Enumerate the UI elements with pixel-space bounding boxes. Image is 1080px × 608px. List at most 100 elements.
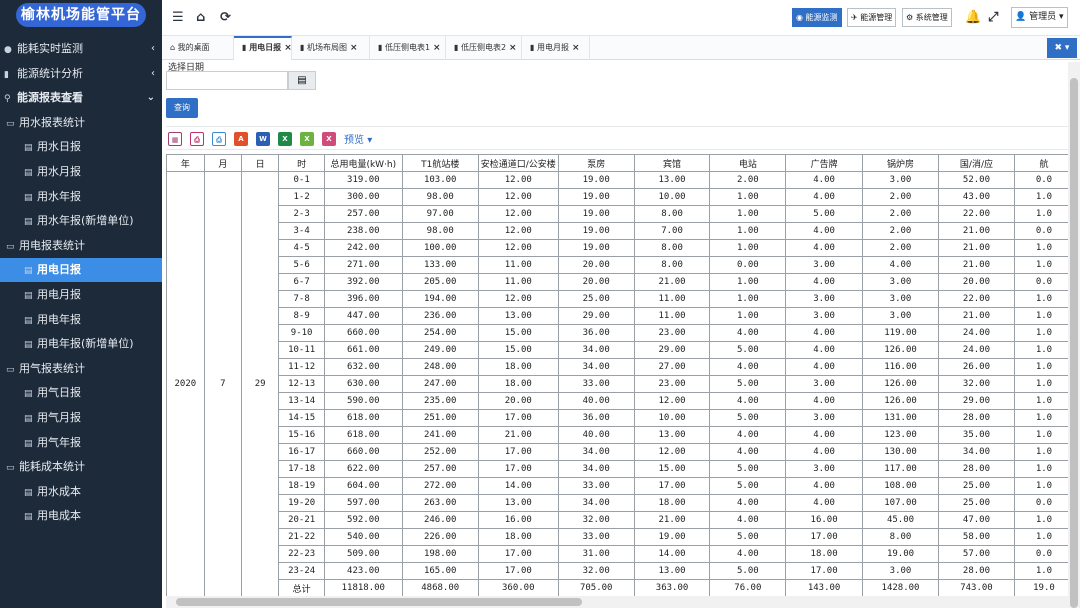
value-cell: 35.00: [938, 426, 1015, 444]
close-icon[interactable]: ×: [509, 43, 517, 53]
energy-management-button[interactable]: ✈ 能源管理: [847, 8, 897, 27]
horizontal-scroll-thumb[interactable]: [176, 598, 582, 606]
sidebar-item-9[interactable]: ▤ 用电日报: [0, 258, 162, 283]
table-row: 18-19 604.00 272.00 14.00 33.00 17.00 5.00 4.00…: [167, 477, 1074, 495]
tab-5[interactable]: ▮ 用电月报 ×: [522, 36, 590, 60]
value-cell: 3.00: [862, 307, 940, 325]
value-cell: 235.00: [401, 392, 479, 410]
table-row: 22-23 509.00 198.00 17.00 31.00 14.00 4.00 18.0…: [167, 545, 1074, 563]
value-cell: 12.00: [477, 290, 559, 308]
total-label-cell: 总计: [278, 579, 325, 596]
sidebar-item-10[interactable]: ▤ 用电月报: [0, 283, 162, 307]
print-icon[interactable]: ⎙: [190, 132, 204, 146]
sidebar-item-18[interactable]: ▤ 用水成本: [0, 480, 162, 504]
sidebar-item-13[interactable]: ▭ 用气报表统计: [0, 357, 162, 381]
excel-sheet-export-icon[interactable]: X: [322, 132, 336, 146]
total-value-cell: 705.00: [557, 579, 635, 596]
value-cell: 18.00: [477, 528, 559, 546]
close-icon[interactable]: ×: [284, 43, 292, 53]
sidebar-item-17[interactable]: ▭ 能耗成本统计: [0, 455, 162, 479]
value-cell: 40.00: [557, 392, 635, 410]
date-input[interactable]: [166, 71, 288, 90]
value-cell: 11.00: [477, 256, 559, 274]
value-cell: 98.00: [401, 222, 479, 240]
value-cell: 34.00: [557, 460, 635, 478]
value-cell: 33.00: [557, 528, 635, 546]
value-cell: 300.00: [323, 188, 403, 206]
value-cell: 5.00: [709, 375, 787, 393]
close-icon[interactable]: ×: [433, 43, 441, 53]
bell-icon[interactable]: 🔔: [965, 10, 981, 25]
excel-export-icon[interactable]: X: [278, 132, 292, 146]
value-cell: 108.00: [862, 477, 940, 495]
sidebar-item-11[interactable]: ▤ 用电年报: [0, 308, 162, 332]
tab-0[interactable]: ⌂ 我的桌面: [162, 36, 234, 60]
close-icon[interactable]: ×: [572, 43, 580, 53]
value-cell: 4.00: [709, 426, 787, 444]
vertical-scroll-thumb[interactable]: [1070, 78, 1078, 608]
value-cell: 194.00: [401, 290, 479, 308]
tab-1[interactable]: ▮ 用电日报 ×: [234, 36, 292, 60]
sidebar-item-7[interactable]: ▤ 用水年报(新增单位): [0, 209, 162, 233]
value-cell: 57.00: [938, 545, 1015, 563]
word-export-icon[interactable]: W: [256, 132, 270, 146]
calendar-button[interactable]: ▤: [288, 71, 316, 90]
sidebar-item-6[interactable]: ▤ 用水年报: [0, 185, 162, 209]
preview-label: 预览: [344, 135, 364, 146]
file-icon: ▤: [24, 143, 33, 154]
value-cell: 34.00: [557, 341, 635, 359]
value-cell: 1.0: [1013, 562, 1074, 580]
value-cell: 20.00: [557, 256, 635, 274]
close-icon[interactable]: ×: [350, 43, 358, 53]
table-row: 20-21 592.00 246.00 16.00 32.00 21.00 4.00 16.0…: [167, 511, 1074, 529]
sidebar-item-5[interactable]: ▤ 用水月报: [0, 160, 162, 184]
value-cell: 1.0: [1013, 409, 1074, 427]
value-cell: 4.00: [709, 545, 787, 563]
date-year-cell: 2020: [166, 171, 205, 596]
value-cell: 28.00: [938, 460, 1015, 478]
sidebar-item-19[interactable]: ▤ 用电成本: [0, 504, 162, 528]
user-icon: 👤: [1015, 12, 1027, 22]
sidebar-item-4[interactable]: ▤ 用水日报: [0, 135, 162, 159]
tab-3[interactable]: ▮ 低压侧电表1 ×: [370, 36, 446, 60]
menu-toggle-icon[interactable]: ☰: [172, 10, 184, 25]
hour-cell: 16-17: [278, 443, 325, 461]
preview-dropdown[interactable]: 预览 ▾: [344, 131, 372, 146]
folder-open-icon: ▭: [6, 463, 15, 474]
sidebar-item-16[interactable]: ▤ 用气年报: [0, 431, 162, 455]
query-button[interactable]: 查询: [166, 98, 198, 118]
tab-menu-button[interactable]: ✖ ▾: [1047, 38, 1077, 58]
value-cell: 14.00: [477, 477, 559, 495]
value-cell: 622.00: [323, 460, 403, 478]
value-cell: 257.00: [323, 205, 403, 223]
value-cell: 15.00: [633, 460, 711, 478]
sidebar-item-1[interactable]: ▮ 能源统计分析 ‹: [0, 62, 162, 86]
value-cell: 19.00: [557, 171, 635, 189]
total-value-cell: 76.00: [709, 579, 787, 596]
tab-2[interactable]: ▮ 机场布局图 ×: [292, 36, 370, 60]
sidebar-item-12[interactable]: ▤ 用电年报(新增单位): [0, 332, 162, 356]
fullscreen-icon[interactable]: ⤢: [988, 10, 998, 25]
value-cell: 249.00: [401, 341, 479, 359]
sidebar-item-15[interactable]: ▤ 用气月报: [0, 406, 162, 430]
sidebar-item-14[interactable]: ▤ 用气日报: [0, 381, 162, 405]
value-cell: 0.0: [1013, 171, 1074, 189]
user-menu-button[interactable]: 👤 管理员 ▾: [1011, 7, 1068, 28]
refresh-icon[interactable]: ⟳: [220, 10, 231, 25]
energy-monitor-button[interactable]: ◉ 能源监测: [792, 8, 842, 27]
excel-page-export-icon[interactable]: X: [300, 132, 314, 146]
value-cell: 1.0: [1013, 307, 1074, 325]
sidebar-item-2[interactable]: ⚲ 能源报表查看 ⌄: [0, 86, 162, 110]
print-direct-icon[interactable]: ⎙: [212, 132, 226, 146]
system-management-button[interactable]: ⚙ 系统管理: [902, 8, 952, 27]
home-icon[interactable]: ⌂: [196, 10, 205, 25]
sidebar-item-0[interactable]: ● 能耗实时监测 ‹: [0, 37, 162, 61]
sidebar-item-8[interactable]: ▭ 用电报表统计: [0, 234, 162, 258]
app-logo-title: 榆林机场能管平台: [16, 3, 146, 27]
sidebar-item-3[interactable]: ▭ 用水报表统计: [0, 111, 162, 135]
print-preview-icon[interactable]: ▦: [168, 132, 182, 146]
tab-4[interactable]: ▮ 低压侧电表2 ×: [446, 36, 522, 60]
value-cell: 4.00: [785, 273, 864, 291]
pdf-export-icon[interactable]: A: [234, 132, 248, 146]
total-value-cell: 360.00: [477, 579, 559, 596]
